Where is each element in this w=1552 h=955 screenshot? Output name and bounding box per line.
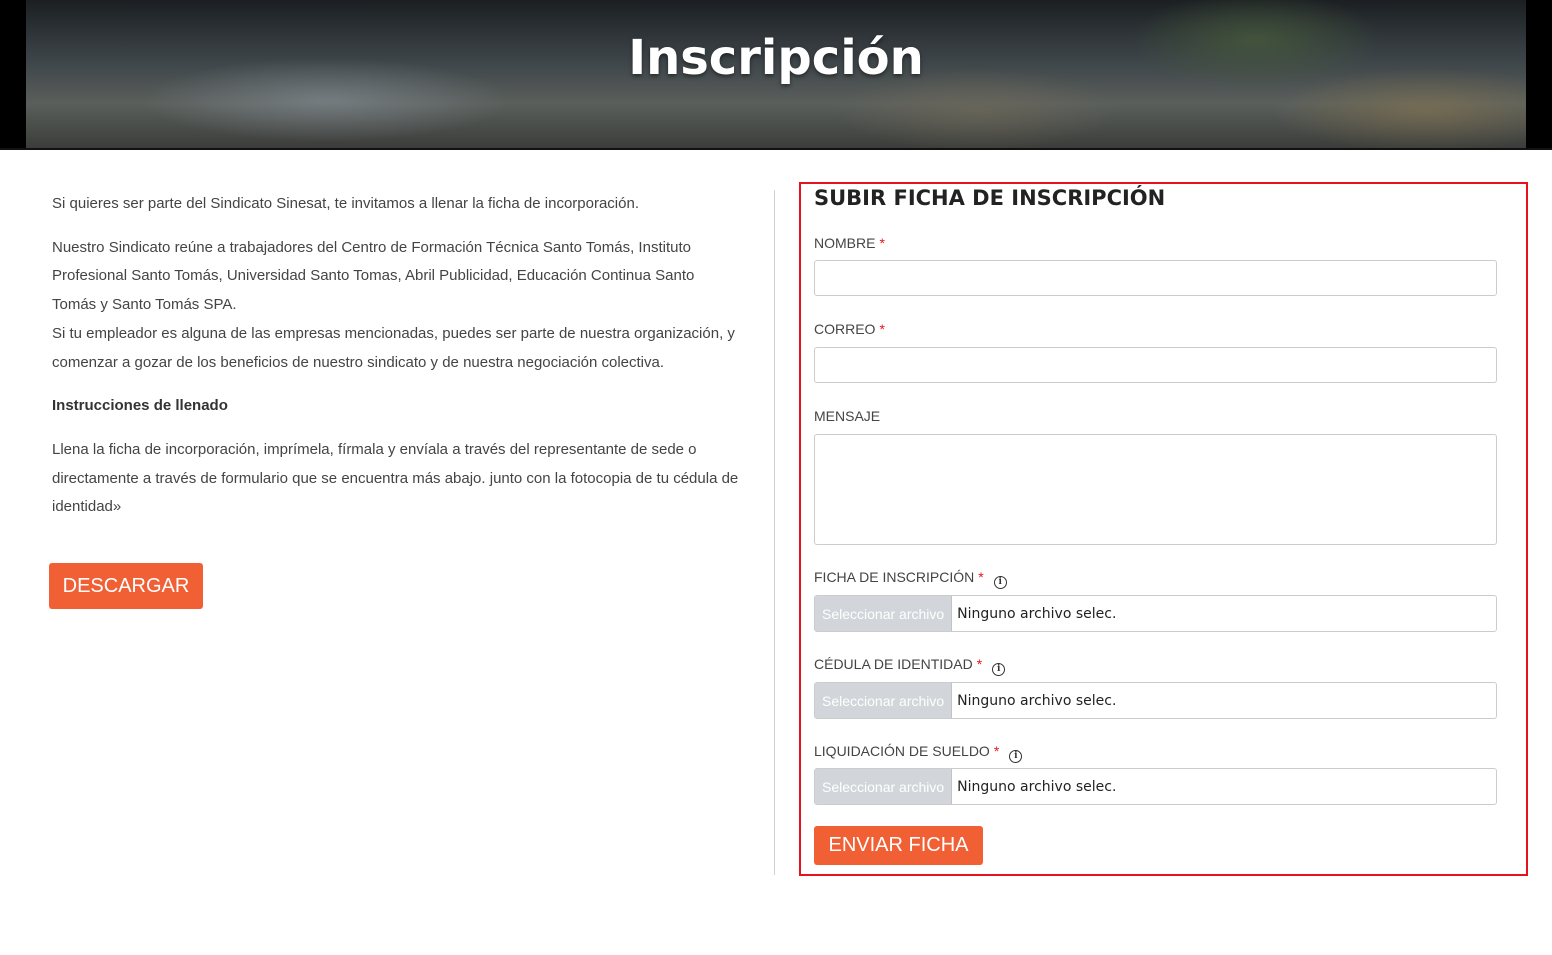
instructions-heading: Instrucciones de llenado — [52, 397, 228, 415]
message-label: MENSAJE — [814, 408, 880, 424]
cedula-select-file-button[interactable]: Seleccionar archivo — [815, 683, 953, 718]
required-asterisk: * — [879, 321, 885, 337]
required-asterisk: * — [978, 569, 984, 585]
info-icon[interactable]: i — [993, 576, 1007, 589]
info-icon[interactable]: i — [992, 663, 1006, 676]
instructions-paragraph: Llena la ficha de incorporación, impríme… — [52, 440, 739, 516]
ficha-select-file-button[interactable]: Seleccionar archivo — [815, 596, 953, 631]
message-label-text: MENSAJE — [814, 408, 881, 424]
intro-paragraph-2b: Si tu empleador es alguna de las empresa… — [52, 324, 735, 371]
message-textarea[interactable] — [814, 434, 1497, 545]
name-label: NOMBRE * — [814, 235, 885, 251]
intro-paragraph-1: Si quieres ser parte del Sindicato Sines… — [52, 195, 639, 212]
email-label-text: CORREO — [814, 321, 876, 337]
liquidacion-label: LIQUIDACIÓN DE SUELDO * i — [814, 743, 1023, 763]
email-input[interactable] — [814, 347, 1497, 383]
intro-section: Si quieres ser parte del Sindicato Sines… — [52, 190, 742, 537]
submit-button[interactable]: ENVIAR FICHA — [814, 826, 983, 865]
cedula-file-input[interactable]: Seleccionar archivo Ninguno archivo sele… — [814, 682, 1497, 719]
download-button[interactable]: DESCARGAR — [49, 563, 203, 609]
cedula-label: CÉDULA DE IDENTIDAD * i — [814, 656, 1006, 676]
form-title: SUBIR FICHA DE INSCRIPCIÓN — [814, 186, 1166, 210]
cedula-label-text: CÉDULA DE IDENTIDAD — [814, 656, 973, 672]
required-asterisk: * — [993, 743, 1000, 759]
liquidacion-file-status: Ninguno archivo selec. — [957, 778, 1117, 795]
ficha-label: FICHA DE INSCRIPCIÓN * i — [814, 569, 1007, 589]
info-icon[interactable]: i — [1009, 750, 1023, 763]
ficha-file-input[interactable]: Seleccionar archivo Ninguno archivo sele… — [814, 595, 1497, 632]
page-title: Inscripción — [628, 30, 924, 86]
liquidacion-select-file-button[interactable]: Seleccionar archivo — [815, 769, 953, 804]
intro-paragraph-2: Nuestro Sindicato reúne a trabajadores d… — [52, 234, 742, 378]
liquidacion-label-text: LIQUIDACIÓN DE SUELDO — [814, 743, 990, 759]
required-asterisk: * — [879, 235, 885, 251]
hero-banner: Inscripción — [0, 0, 1552, 150]
cedula-file-status: Ninguno archivo selec. — [957, 692, 1117, 709]
ficha-label-text: FICHA DE INSCRIPCIÓN — [814, 569, 975, 585]
email-label: CORREO * — [814, 321, 885, 337]
name-input[interactable] — [814, 260, 1497, 296]
required-asterisk: * — [976, 656, 983, 672]
ficha-file-status: Ninguno archivo selec. — [957, 605, 1117, 622]
name-label-text: NOMBRE — [814, 235, 876, 251]
column-divider — [774, 190, 775, 875]
liquidacion-file-input[interactable]: Seleccionar archivo Ninguno archivo sele… — [814, 768, 1497, 805]
intro-paragraph-2a: Nuestro Sindicato reúne a trabajadores d… — [52, 238, 695, 314]
